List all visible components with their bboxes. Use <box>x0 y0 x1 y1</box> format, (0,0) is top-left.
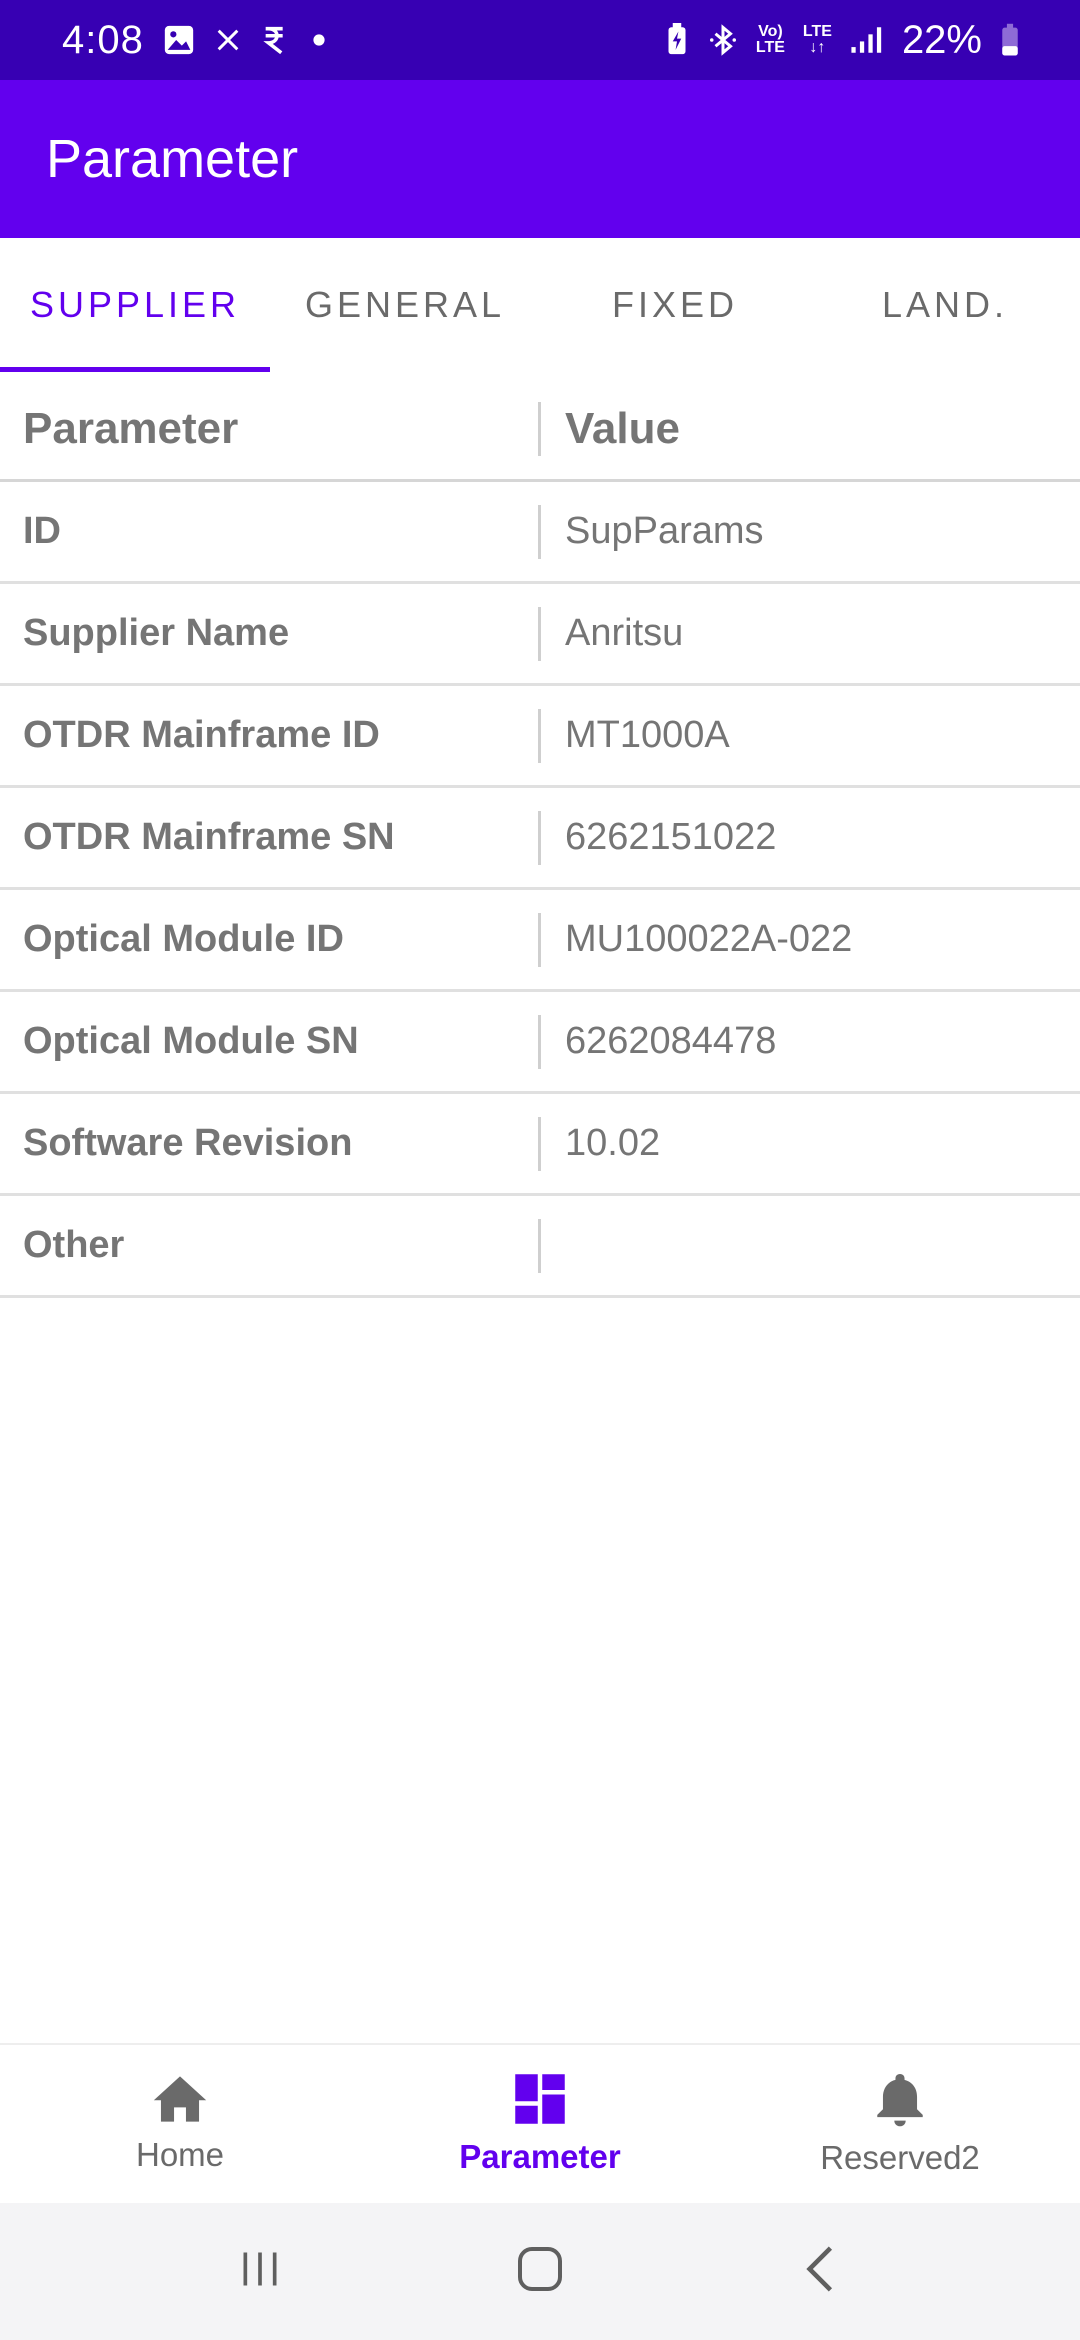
row-parameter: ID <box>23 510 61 552</box>
row-parameter: Optical Module SN <box>23 1020 359 1062</box>
nav-home-label: Home <box>135 2136 225 2173</box>
table-row[interactable]: Other <box>0 1196 1080 1298</box>
signal-icon <box>850 25 884 55</box>
volte-bottom-label: LTE <box>755 39 785 56</box>
table-row[interactable]: Optical Module SN 6262084478 <box>0 992 1080 1094</box>
row-value: 6262084478 <box>565 1020 777 1062</box>
row-value: 6262151022 <box>565 816 777 858</box>
bell-icon <box>875 2071 925 2127</box>
column-divider <box>538 1218 541 1273</box>
row-parameter: OTDR Mainframe SN <box>23 816 395 858</box>
row-value: 10.02 <box>565 1122 661 1164</box>
battery-percent: 22% <box>901 17 982 62</box>
tab-general[interactable]: GENERAL <box>270 238 540 372</box>
table-row[interactable]: Software Revision 10.02 <box>0 1094 1080 1196</box>
bottom-navigation: Home Parameter Reserved2 <box>0 2043 1080 2203</box>
home-square-icon <box>516 2245 564 2298</box>
row-parameter: OTDR Mainframe ID <box>23 714 380 756</box>
recent-apps-button[interactable] <box>210 2232 310 2312</box>
tab-land[interactable]: LAND. <box>810 238 1080 372</box>
home-icon <box>151 2074 209 2124</box>
column-header-parameter: Parameter <box>23 403 239 453</box>
recent-apps-icon <box>237 2247 283 2296</box>
status-left: 4:08 <box>62 18 326 63</box>
row-value: MU100022A-022 <box>565 918 853 960</box>
bluetooth-icon <box>708 23 738 57</box>
status-bar: 4:08 Vo) LTE LTE ↓↑ 22% <box>0 0 1080 80</box>
table-row[interactable]: Supplier Name Anritsu <box>0 584 1080 686</box>
status-right: Vo) LTE LTE ↓↑ 22% <box>664 18 1020 63</box>
nav-parameter[interactable]: Parameter <box>360 2045 720 2203</box>
data-arrows-icon: ↓↑ <box>809 39 826 56</box>
row-parameter: Other <box>23 1224 125 1266</box>
nav-parameter-label: Parameter <box>459 2138 621 2175</box>
dashboard-icon <box>513 2072 567 2126</box>
battery-icon <box>1000 23 1020 57</box>
image-icon <box>162 23 196 57</box>
rupee-notification-icon <box>260 23 294 57</box>
battery-saver-icon <box>664 23 690 57</box>
parameter-table: Parameter Value ID SupParams Supplier Na… <box>0 378 1080 1298</box>
back-chevron-icon <box>802 2244 838 2299</box>
row-parameter: Supplier Name <box>23 612 290 654</box>
nav-reserved2[interactable]: Reserved2 <box>720 2045 1080 2203</box>
lte-icon: LTE ↓↑ <box>803 24 832 56</box>
table-header: Parameter Value <box>0 378 1080 482</box>
row-parameter: Software Revision <box>23 1122 353 1164</box>
row-parameter: Optical Module ID <box>23 918 344 960</box>
close-x-icon <box>214 26 242 54</box>
tab-fixed[interactable]: FIXED <box>540 238 810 372</box>
app-bar: Parameter <box>0 80 1080 238</box>
table-row[interactable]: OTDR Mainframe ID MT1000A <box>0 686 1080 788</box>
lte-label: LTE <box>802 23 832 40</box>
nav-reserved2-label: Reserved2 <box>820 2139 980 2176</box>
volte-top-label: Vo) <box>758 23 783 40</box>
tab-supplier[interactable]: SUPPLIER <box>0 238 270 372</box>
page-title: Parameter <box>46 129 299 189</box>
screen: 4:08 Vo) LTE LTE ↓↑ 22% Parameter SUPPLI… <box>0 0 1080 2340</box>
back-button[interactable] <box>770 2232 870 2312</box>
tab-bar: SUPPLIER GENERAL FIXED LAND. <box>0 238 1080 372</box>
home-button[interactable] <box>490 2232 590 2312</box>
row-value: MT1000A <box>565 714 730 756</box>
dot-icon <box>312 33 326 47</box>
column-header-value: Value <box>565 403 680 453</box>
nav-home[interactable]: Home <box>0 2045 360 2203</box>
volte-icon: Vo) LTE <box>756 24 785 56</box>
row-value: SupParams <box>565 510 764 552</box>
table-row[interactable]: ID SupParams <box>0 482 1080 584</box>
status-time: 4:08 <box>62 17 144 62</box>
table-row[interactable]: OTDR Mainframe SN 6262151022 <box>0 788 1080 890</box>
system-navigation-bar <box>0 2203 1080 2340</box>
row-value: Anritsu <box>565 612 684 654</box>
table-row[interactable]: Optical Module ID MU100022A-022 <box>0 890 1080 992</box>
